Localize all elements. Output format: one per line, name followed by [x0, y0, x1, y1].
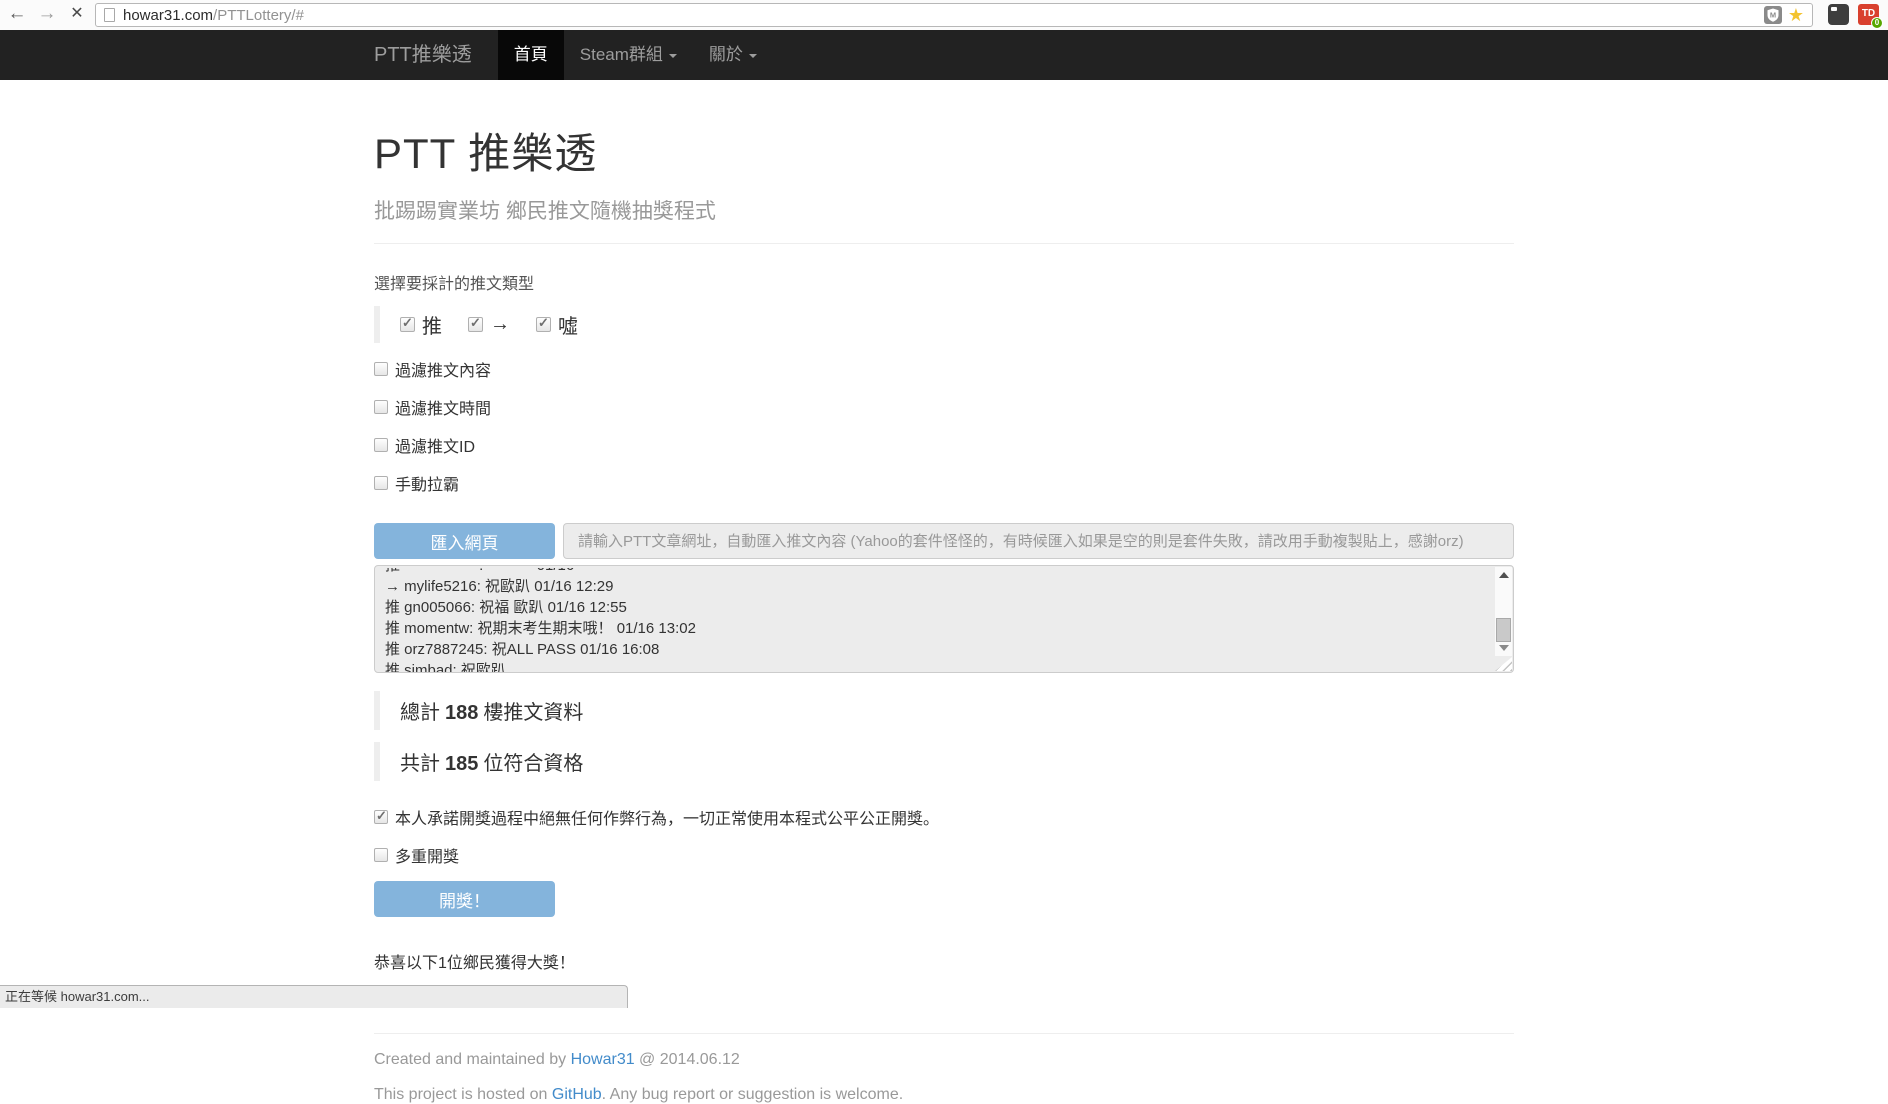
- browser-status-bubble: 正在等候 howar31.com...: [0, 985, 628, 1008]
- checkbox-filter-time-input[interactable]: [374, 400, 388, 414]
- checkbox-filter-content[interactable]: 過濾推文內容: [374, 357, 1514, 381]
- checkbox-manual-slot-label: 手動拉霸: [395, 471, 459, 495]
- navbar-container: PTT推樂透 首頁 Steam群組 關於: [359, 30, 1529, 80]
- checkbox-manual-slot-input[interactable]: [374, 476, 388, 490]
- nav-item-steam-label: Steam群組: [580, 45, 663, 64]
- page-document-icon: [104, 8, 115, 22]
- checkbox-push-input[interactable]: [400, 317, 415, 332]
- qualified-prefix: 共計: [400, 753, 440, 775]
- checkbox-filter-id[interactable]: 過濾推文ID: [374, 433, 1514, 457]
- draw-controls: 本人承諾開獎過程中絕無任何作弊行為，一切正常使用本程式公平公正開獎。 多重開獎 …: [374, 805, 1514, 917]
- svg-text:M: M: [1770, 11, 1776, 20]
- total-suffix: 樓推文資料: [483, 702, 583, 724]
- checkbox-push[interactable]: 推: [400, 310, 442, 339]
- page-footer: Created and maintained by Howar31 @ 2014…: [374, 1051, 1514, 1104]
- nav-item-about-label: 關於: [709, 45, 743, 64]
- draw-button[interactable]: 開獎！: [374, 881, 555, 917]
- github-link[interactable]: GitHub: [552, 1086, 602, 1103]
- nav-item-home-label: 首頁: [514, 45, 548, 64]
- td-extension-icon[interactable]: TD 0: [1858, 4, 1879, 25]
- evernote-extension-icon[interactable]: [1828, 4, 1849, 25]
- caret-down-icon: [669, 54, 677, 58]
- checkbox-fairness-promise-input[interactable]: [374, 810, 388, 824]
- import-url-button[interactable]: 匯入網頁: [374, 523, 555, 559]
- browser-forward-icon[interactable]: →: [34, 0, 60, 30]
- checkbox-filter-id-label: 過濾推文ID: [395, 433, 475, 457]
- navbar-brand[interactable]: PTT推樂透: [374, 30, 498, 80]
- checkbox-filter-id-input[interactable]: [374, 438, 388, 452]
- push-line-partial: 推 ⋯⋯⋯⋯⋯: ⋯⋯⋯ 01/16 ⋯⋯: [385, 568, 1485, 576]
- td-extension-badge: 0: [1871, 17, 1883, 29]
- checkbox-manual-slot[interactable]: 手動拉霸: [374, 471, 1514, 495]
- browser-back-icon[interactable]: ←: [4, 0, 30, 30]
- checkbox-filter-time[interactable]: 過濾推文時間: [374, 395, 1514, 419]
- checkbox-multi-draw[interactable]: 多重開獎: [374, 843, 1514, 867]
- nav-item-home[interactable]: 首頁: [498, 30, 564, 80]
- checkbox-arrow-input[interactable]: [468, 317, 483, 332]
- scroll-up-icon[interactable]: [1499, 572, 1509, 578]
- checkbox-boo-label: 噓: [558, 310, 578, 339]
- push-line: 推 orz7887245: 祝ALL PASS 01/16 16:08: [385, 639, 1485, 660]
- textarea-scrollbar[interactable]: [1495, 567, 1512, 656]
- checkbox-arrow-label: →: [490, 313, 510, 336]
- total-count: 188: [445, 702, 478, 724]
- checkbox-boo[interactable]: 噓: [536, 310, 578, 339]
- scroll-down-icon[interactable]: [1499, 645, 1509, 651]
- checkbox-multi-draw-label: 多重開獎: [395, 843, 459, 867]
- checkbox-fairness-promise-label: 本人承諾開獎過程中絕無任何作弊行為，一切正常使用本程式公平公正開獎。: [395, 805, 939, 829]
- page-title: PTT 推樂透: [374, 120, 1514, 181]
- checkbox-multi-draw-input[interactable]: [374, 848, 388, 862]
- browser-toolbar: ← → ✕ howar31.com/PTTLottery/# M ★ TD 0: [0, 0, 1888, 30]
- checkbox-filter-content-input[interactable]: [374, 362, 388, 376]
- ptt-url-input[interactable]: [563, 523, 1514, 559]
- footer-line2-prefix: This project is hosted on: [374, 1086, 552, 1103]
- push-line: 推 gn005066: 祝福 歐趴 01/16 12:55: [385, 597, 1485, 618]
- checkbox-filter-content-label: 過濾推文內容: [395, 357, 491, 381]
- total-prefix: 總計: [400, 702, 440, 724]
- footer-line-1: Created and maintained by Howar31 @ 2014…: [374, 1051, 1514, 1069]
- page-header: PTT 推樂透 批踢踢實業坊 鄉民推文隨機抽獎程式: [374, 120, 1514, 244]
- main-content: PTT 推樂透 批踢踢實業坊 鄉民推文隨機抽獎程式 選擇要採計的推文類型 推 →…: [374, 80, 1514, 1104]
- checkbox-arrow[interactable]: →: [468, 313, 510, 336]
- nav-item-steam-group[interactable]: Steam群組: [564, 30, 693, 80]
- bookmark-star-icon[interactable]: ★: [1788, 6, 1804, 24]
- push-type-row: 推 → 噓: [374, 306, 1514, 343]
- footer-line1-suffix: @ 2014.06.12: [635, 1051, 740, 1068]
- nav-item-about[interactable]: 關於: [693, 30, 773, 80]
- url-path: /PTTLottery/#: [213, 7, 304, 24]
- caret-down-icon: [749, 54, 757, 58]
- push-line: → mylife5216: 祝歐趴 01/16 12:29: [385, 576, 1485, 597]
- total-pushes-stat: 總計188樓推文資料: [374, 691, 1514, 730]
- qualified-suffix: 位符合資格: [483, 753, 583, 775]
- footer-line1-prefix: Created and maintained by: [374, 1051, 571, 1068]
- url-text: howar31.com/PTTLottery/#: [123, 7, 304, 24]
- address-bar[interactable]: howar31.com/PTTLottery/# M ★: [95, 3, 1813, 27]
- shield-extension-icon[interactable]: M: [1764, 6, 1782, 24]
- stats-section: 總計188樓推文資料 共計185位符合資格: [374, 691, 1514, 781]
- page-subtitle: 批踢踢實業坊 鄉民推文隨機抽獎程式: [374, 195, 1514, 225]
- checkbox-filter-time-label: 過濾推文時間: [395, 395, 491, 419]
- site-navbar: PTT推樂透 首頁 Steam群組 關於: [0, 30, 1888, 80]
- checkbox-fairness-promise[interactable]: 本人承諾開獎過程中絕無任何作弊行為，一切正常使用本程式公平公正開獎。: [374, 805, 1514, 829]
- result-announce: 恭喜以下1位鄉民獲得大獎！: [374, 949, 1514, 973]
- footer-line2-suffix: . Any bug report or suggestion is welcom…: [602, 1086, 904, 1103]
- howar31-link[interactable]: Howar31: [571, 1051, 635, 1068]
- footer-line-2: This project is hosted on GitHub. Any bu…: [374, 1086, 1514, 1104]
- scrollbar-thumb[interactable]: [1496, 618, 1511, 642]
- push-type-label: 選擇要採計的推文類型: [374, 270, 1514, 294]
- checkbox-boo-input[interactable]: [536, 317, 551, 332]
- url-host: howar31.com: [123, 7, 213, 24]
- push-line: 推 momentw: 祝期末考生期末哦！ 01/16 13:02: [385, 618, 1485, 639]
- browser-stop-icon[interactable]: ✕: [64, 0, 90, 30]
- push-content-textarea[interactable]: 推 ⋯⋯⋯⋯⋯: ⋯⋯⋯ 01/16 ⋯⋯ → mylife5216: 祝歐趴 …: [374, 565, 1514, 673]
- push-line: 推 simbad: 祝歐趴: [385, 660, 1485, 673]
- qualified-stat: 共計185位符合資格: [374, 742, 1514, 781]
- qualified-count: 185: [445, 753, 478, 775]
- footer-divider: [374, 1033, 1514, 1034]
- import-row: 匯入網頁: [374, 523, 1514, 559]
- checkbox-push-label: 推: [422, 310, 442, 339]
- push-content-lines: 推 ⋯⋯⋯⋯⋯: ⋯⋯⋯ 01/16 ⋯⋯ → mylife5216: 祝歐趴 …: [375, 566, 1513, 673]
